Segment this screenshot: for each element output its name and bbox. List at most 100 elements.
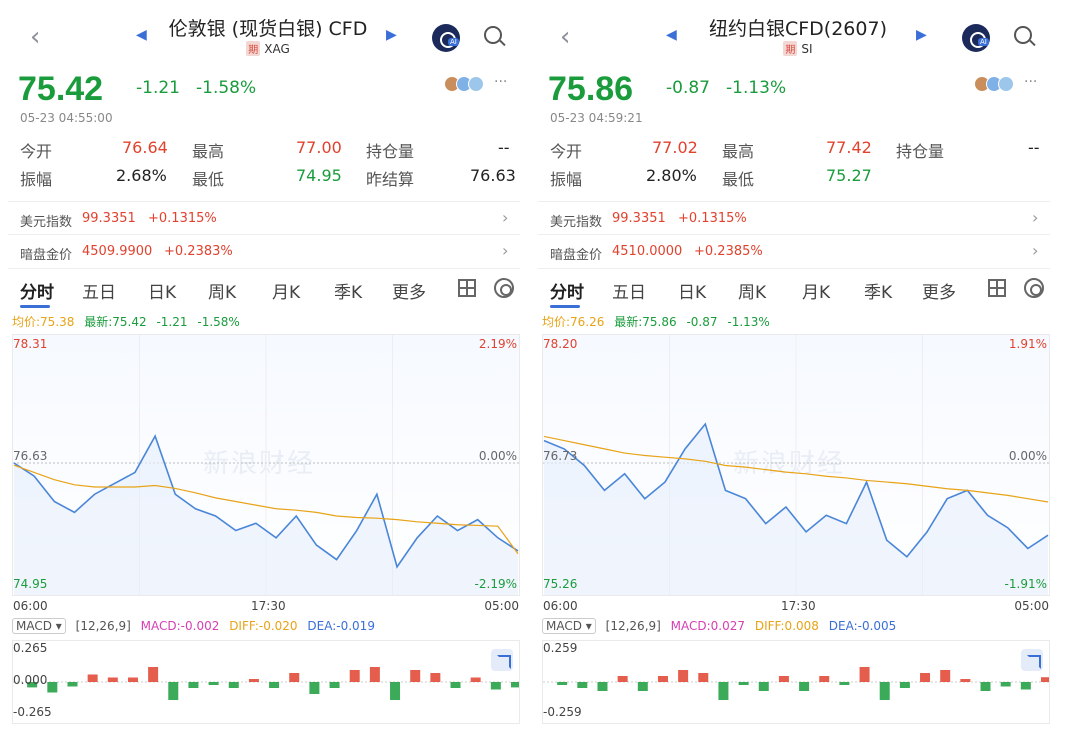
low-label: 最低 bbox=[722, 170, 755, 189]
legend-change: -0.87 bbox=[686, 315, 718, 329]
macd-bar bbox=[879, 682, 890, 700]
low-value: 75.27 bbox=[826, 166, 872, 185]
legend-change-pct: -1.58% bbox=[197, 315, 240, 329]
tab-weekly[interactable]: 周K bbox=[738, 278, 766, 303]
x-end-label: 05:00 bbox=[1014, 599, 1049, 613]
chevron-right-icon: › bbox=[1032, 208, 1039, 227]
macd-bar bbox=[67, 682, 78, 687]
tab-weekly[interactable]: 周K bbox=[208, 278, 236, 303]
search-icon[interactable] bbox=[1014, 26, 1032, 44]
x-mid-label: 17:30 bbox=[781, 599, 816, 613]
tab-monthly[interactable]: 月K bbox=[272, 278, 300, 303]
tab-more[interactable]: 更多 bbox=[922, 278, 956, 303]
prev-quote-icon[interactable]: ◀ bbox=[136, 27, 147, 43]
macd-value: MACD:-0.002 bbox=[140, 619, 220, 633]
tab-daily[interactable]: 日K bbox=[148, 278, 176, 303]
macd-bar bbox=[577, 682, 588, 688]
price-change: -1.21 bbox=[136, 78, 180, 98]
macd-chart[interactable]: 0.265 0.000 -0.265 bbox=[12, 640, 520, 724]
ref-label: 暗盘金价 bbox=[20, 248, 73, 263]
macd-bar bbox=[369, 667, 380, 682]
macd-bar bbox=[450, 682, 461, 688]
intraday-plot bbox=[13, 335, 519, 595]
avg-price: 均价:76.26 bbox=[542, 315, 605, 329]
macd-bar bbox=[148, 667, 159, 682]
ref-change: +0.1315% bbox=[148, 211, 217, 226]
back-icon[interactable]: ‹ bbox=[30, 24, 40, 50]
next-quote-icon[interactable]: ▶ bbox=[386, 27, 397, 43]
active-tab-indicator bbox=[550, 305, 580, 308]
quote-title: 伦敦银 (现货白银) CFD bbox=[168, 18, 368, 40]
expand-icon[interactable] bbox=[1021, 649, 1043, 671]
ref-label: 美元指数 bbox=[20, 215, 73, 230]
ref-row-gold[interactable]: 暗盘金价 4510.0000 +0.2385% › bbox=[538, 234, 1050, 266]
next-quote-icon[interactable]: ▶ bbox=[916, 27, 927, 43]
low-label: 最低 bbox=[192, 170, 225, 189]
price-change-pct: -1.58% bbox=[196, 78, 257, 98]
ref-row-usd-index[interactable]: 美元指数 99.3351 +0.1315% › bbox=[8, 201, 520, 233]
back-icon[interactable]: ‹ bbox=[560, 24, 570, 50]
tab-intraday[interactable]: 分时 bbox=[20, 278, 54, 303]
macd-bar bbox=[718, 682, 729, 700]
indicator-select[interactable]: MACD ▾ bbox=[542, 618, 596, 634]
tab-daily[interactable]: 日K bbox=[678, 278, 706, 303]
pct-mid-label: 0.00% bbox=[1008, 449, 1047, 463]
quote-code: 期 XAG bbox=[150, 41, 386, 56]
ref-row-gold[interactable]: 暗盘金价 4509.9900 +0.2383% › bbox=[8, 234, 520, 266]
latest-price: 最新:75.42 bbox=[84, 315, 147, 329]
macd-bar bbox=[637, 682, 648, 691]
chart-legend: 均价:76.26 最新:75.86 -0.87 -1.13% bbox=[542, 313, 770, 330]
last-price: 75.86 bbox=[548, 70, 634, 108]
macd-plot bbox=[543, 667, 1049, 700]
macd-bar bbox=[87, 674, 98, 682]
ref-label: 美元指数 bbox=[550, 215, 603, 230]
prev-quote-icon[interactable]: ◀ bbox=[666, 27, 677, 43]
macd-y-mid: 0.000 bbox=[13, 673, 48, 687]
macd-chart[interactable]: 0.259 -0.259 bbox=[542, 640, 1050, 724]
macd-bar bbox=[470, 677, 481, 682]
community-avatars[interactable] bbox=[974, 76, 1018, 94]
chart-tabs: 分时 五日 日K 周K 月K 季K 更多 bbox=[8, 268, 520, 308]
ref-label: 暗盘金价 bbox=[550, 248, 603, 263]
ref-row-usd-index[interactable]: 美元指数 99.3351 +0.1315% › bbox=[538, 201, 1050, 233]
macd-bar bbox=[980, 682, 991, 691]
macd-bar bbox=[107, 677, 118, 682]
indicator-select[interactable]: MACD ▾ bbox=[12, 618, 66, 634]
intraday-chart[interactable]: 新浪财经 78.20 76.73 75.26 1.91% 0.00% -1.91… bbox=[542, 334, 1050, 613]
grid-icon[interactable] bbox=[458, 279, 476, 297]
tab-more[interactable]: 更多 bbox=[392, 278, 426, 303]
chevron-right-icon: › bbox=[502, 208, 509, 227]
expand-icon[interactable] bbox=[491, 649, 513, 671]
prev-settle-label: 昨结算 bbox=[366, 170, 415, 189]
grid-icon[interactable] bbox=[988, 279, 1006, 297]
open-label: 今开 bbox=[550, 142, 583, 161]
quote-timestamp: 05-23 04:55:00 bbox=[20, 111, 113, 125]
community-avatars[interactable] bbox=[444, 76, 488, 94]
pct-min-label: -2.19% bbox=[474, 577, 517, 591]
amplitude-label: 振幅 bbox=[20, 170, 53, 189]
tab-5day[interactable]: 五日 bbox=[612, 278, 646, 303]
macd-bar bbox=[329, 682, 340, 688]
intraday-chart[interactable]: 新浪财经 78.31 76.63 74.95 2.19% 0.00% -2.19… bbox=[12, 334, 520, 613]
settings-icon[interactable] bbox=[1024, 278, 1044, 298]
open-value: 76.64 bbox=[122, 138, 168, 157]
macd-bar bbox=[698, 673, 709, 682]
futures-tag: 期 bbox=[246, 41, 261, 56]
macd-bar bbox=[819, 676, 830, 682]
tab-5day[interactable]: 五日 bbox=[82, 278, 116, 303]
pct-mid-label: 0.00% bbox=[478, 449, 517, 463]
tab-intraday[interactable]: 分时 bbox=[550, 278, 584, 303]
tab-monthly[interactable]: 月K bbox=[802, 278, 830, 303]
price-change: -0.87 bbox=[666, 78, 710, 98]
macd-bar bbox=[47, 682, 58, 693]
macd-header: MACD ▾ [12,26,9] MACD:0.027 DIFF:0.008 D… bbox=[542, 618, 896, 634]
tab-quarterly[interactable]: 季K bbox=[864, 278, 892, 303]
tab-quarterly[interactable]: 季K bbox=[334, 278, 362, 303]
more-icon[interactable]: ··· bbox=[1024, 74, 1037, 90]
macd-params: [12,26,9] bbox=[605, 619, 661, 633]
search-icon[interactable] bbox=[484, 26, 502, 44]
y-max-label: 78.31 bbox=[13, 337, 48, 351]
more-icon[interactable]: ··· bbox=[494, 74, 507, 90]
macd-bar bbox=[390, 682, 401, 700]
settings-icon[interactable] bbox=[494, 278, 514, 298]
